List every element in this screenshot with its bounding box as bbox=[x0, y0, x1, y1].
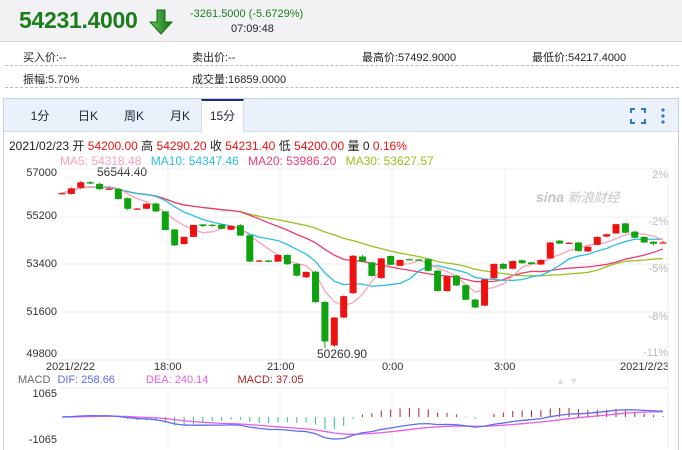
ask-price: 卖出价:-- bbox=[192, 52, 236, 64]
high-price: 最高价:57492.9000 bbox=[362, 52, 457, 64]
dif-legend: DIF: 258.66 bbox=[57, 374, 115, 386]
tab-daily[interactable]: 日K bbox=[70, 99, 106, 132]
legend-date: 2021/02/23 bbox=[9, 139, 70, 153]
y-tick: 57000 bbox=[26, 167, 57, 179]
volume: 成交量:16859.0000 bbox=[192, 74, 287, 86]
pct-tick: -11% bbox=[643, 347, 668, 359]
pct-tick: -8% bbox=[648, 311, 668, 323]
close-label: 收 bbox=[209, 139, 222, 153]
bid-price: 买入价:-- bbox=[23, 52, 67, 64]
pct-value: 0.16% bbox=[372, 139, 407, 153]
y-tick: 53400 bbox=[26, 258, 57, 270]
pct-tick: 2% bbox=[652, 169, 668, 181]
macd-title: MACD bbox=[18, 374, 51, 386]
macd-tick: 1065 bbox=[32, 388, 57, 400]
high-label: 高 bbox=[141, 139, 154, 153]
scroll-handle[interactable]: ▲ ▼ bbox=[556, 376, 579, 386]
sina-watermark: sina 新浪财经 bbox=[536, 187, 620, 206]
macd-tick: -1065 bbox=[28, 434, 57, 446]
x-tick: 0:00 bbox=[382, 361, 404, 373]
x-tick: 2021/2/23 bbox=[620, 361, 669, 373]
sina-logo-icon: sina bbox=[536, 189, 565, 205]
x-tick: 2021/2/22 bbox=[46, 361, 95, 373]
close-value: 54231.40 bbox=[225, 139, 276, 153]
quote-time: 07:09:48 bbox=[231, 23, 274, 35]
amplitude: 振幅:5.70% bbox=[23, 74, 80, 86]
tab-monthly[interactable]: 月K bbox=[162, 99, 198, 132]
ma20-legend: MA20: 53986.20 bbox=[248, 154, 337, 168]
macd-value-legend: MACD: 37.05 bbox=[237, 374, 304, 386]
last-price: 54231.4000 bbox=[19, 7, 138, 33]
more-vertical-icon[interactable] bbox=[660, 107, 666, 125]
tab-15min[interactable]: 15分 bbox=[201, 99, 244, 133]
volume-value: 0 bbox=[362, 139, 370, 153]
info-row-1: 买入价:-- 卖出价:-- 最高价:57492.9000 最低价:54217.4… bbox=[5, 44, 679, 66]
ma10-legend: MA10: 54347.46 bbox=[150, 154, 239, 168]
x-tick: 3:00 bbox=[494, 361, 516, 373]
fullscreen-icon[interactable] bbox=[630, 108, 646, 124]
period-tabs: 1分 日K 周K 月K 15分 bbox=[4, 99, 678, 133]
macd-legend: MACD DIF: 258.66 DEA: 240.14 MACD: 37.05 bbox=[18, 374, 303, 386]
low-label: 低 bbox=[278, 139, 291, 153]
dea-legend: DEA: 240.14 bbox=[146, 374, 209, 386]
ma30-legend: MA30: 53627.57 bbox=[345, 154, 434, 168]
arrow-down-icon bbox=[149, 9, 173, 35]
low-price: 最低价:54217.4000 bbox=[532, 52, 627, 64]
pct-tick: -2% bbox=[648, 216, 668, 228]
high-value: 54290.20 bbox=[156, 139, 207, 153]
y-tick: 51600 bbox=[26, 306, 57, 318]
ohlc-legend: 2021/02/23 开 54200.00 高 54290.20 收 54231… bbox=[9, 137, 407, 154]
min-price-label: 50260.90 bbox=[317, 347, 368, 361]
x-tick: 18:00 bbox=[154, 361, 182, 373]
quote-header: 54231.4000 -3261.5000 (-5.6729%) 07:09:4… bbox=[0, 0, 682, 42]
max-price-label: 56544.40 bbox=[97, 165, 148, 179]
open-label: 开 bbox=[72, 139, 85, 153]
open-value: 54200.00 bbox=[87, 139, 138, 153]
pct-tick: -5% bbox=[648, 263, 668, 275]
info-row-2: 振幅:5.70% 成交量:16859.0000 bbox=[5, 66, 679, 88]
y-tick: 55200 bbox=[26, 210, 57, 222]
tab-weekly[interactable]: 周K bbox=[116, 99, 152, 132]
tab-1min[interactable]: 1分 bbox=[22, 99, 58, 132]
volume-label: 量 bbox=[347, 139, 360, 153]
low-value: 54200.00 bbox=[294, 139, 345, 153]
y-tick: 49800 bbox=[26, 348, 57, 360]
watermark-text: 新浪财经 bbox=[567, 190, 620, 205]
price-change: -3261.5000 (-5.6729%) bbox=[190, 8, 304, 20]
x-tick: 21:00 bbox=[267, 361, 295, 373]
